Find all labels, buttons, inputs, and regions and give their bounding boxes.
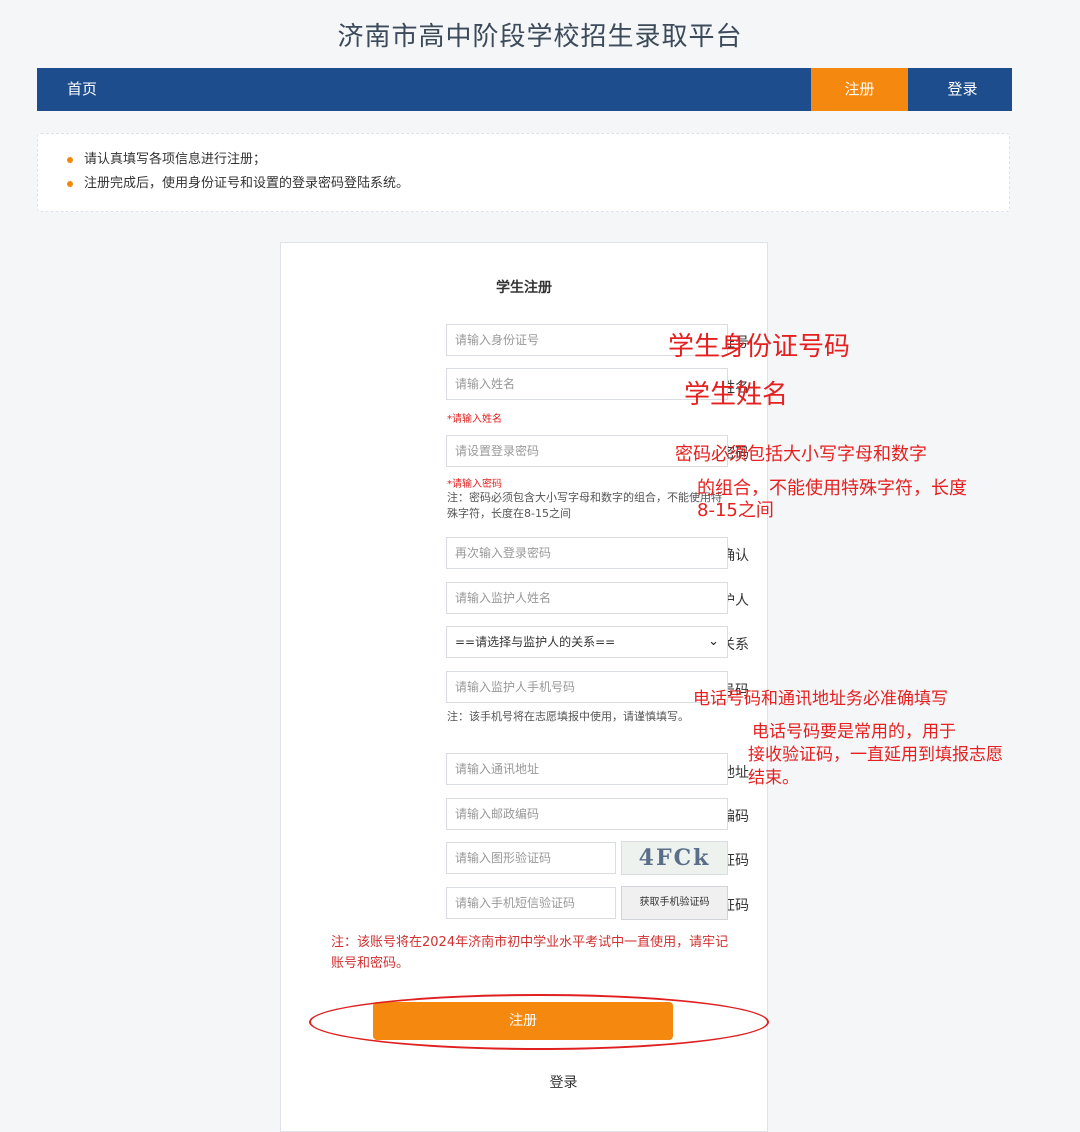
confirm-password-input[interactable] bbox=[446, 537, 728, 569]
nav-home-link[interactable]: 首页 bbox=[67, 68, 97, 111]
nav-register-tab[interactable]: 注册 bbox=[811, 68, 908, 111]
annotation-id: 学生身份证号码 bbox=[668, 332, 851, 362]
password-note: 注：密码必须包含大小写字母和数字的组合，不能使用特殊字符，长度在8-15之间 bbox=[447, 491, 722, 520]
chevron-down-icon: ⌄ bbox=[708, 634, 719, 649]
annotation-phone-4: 结束。 bbox=[748, 768, 799, 788]
annotation-name: 学生姓名 bbox=[684, 380, 789, 410]
login-link[interactable]: 登录 bbox=[0, 1072, 1080, 1092]
annotation-password-1: 密码必须包括大小写字母和数字 bbox=[675, 444, 927, 465]
password-error: *请输入密码 bbox=[447, 479, 502, 490]
name-error: *请输入姓名 bbox=[447, 414, 502, 425]
site-title: 济南市高中阶段学校招生录取平台 bbox=[337, 22, 743, 52]
account-warning: 注：该账号将在2024年济南市初中学业水平考试中一直使用，请牢记账号和密码。 bbox=[331, 935, 729, 971]
annotation-phone-3: 接收验证码，一直延用到填报志愿 bbox=[748, 745, 1003, 765]
annotation-password-3: 8-15之间 bbox=[697, 500, 774, 521]
annotation-phone-2: 电话号码要是常用的，用于 bbox=[752, 722, 956, 742]
register-submit-button[interactable]: 注册 bbox=[373, 1002, 673, 1040]
notice-list: 请认真填写各项信息进行注册； 注册完成后，使用身份证号和设置的登录密码登陆系统。 bbox=[64, 148, 409, 196]
relation-select[interactable]: ==请选择与监护人的关系== ⌄ bbox=[446, 626, 728, 658]
address-input[interactable] bbox=[446, 753, 728, 785]
sms-code-input[interactable] bbox=[446, 887, 616, 919]
notice-item: 请认真填写各项信息进行注册； bbox=[64, 148, 409, 172]
notice-box: 请认真填写各项信息进行注册； 注册完成后，使用身份证号和设置的登录密码登陆系统。 bbox=[37, 133, 1010, 212]
top-navbar: 首页 注册 登录 bbox=[37, 68, 1012, 111]
phone-note: 注：该手机号将在志愿填报中使用，请谨慎填写。 bbox=[447, 710, 689, 723]
guardian-name-input[interactable] bbox=[446, 582, 728, 614]
get-sms-code-button[interactable]: 获取手机验证码 bbox=[621, 886, 728, 920]
form-title: 学生注册 bbox=[496, 280, 552, 296]
nav-login-tab[interactable]: 登录 bbox=[913, 68, 1012, 111]
notice-item: 注册完成后，使用身份证号和设置的登录密码登陆系统。 bbox=[64, 172, 409, 196]
relation-selected-value: ==请选择与监护人的关系== bbox=[455, 635, 616, 649]
phone-input[interactable] bbox=[446, 671, 728, 703]
captcha-image[interactable]: 4FCk bbox=[621, 841, 728, 875]
captcha-input[interactable] bbox=[446, 842, 616, 874]
postcode-input[interactable] bbox=[446, 798, 728, 830]
annotation-phone-1: 电话号码和通讯地址务必准确填写 bbox=[693, 689, 948, 709]
